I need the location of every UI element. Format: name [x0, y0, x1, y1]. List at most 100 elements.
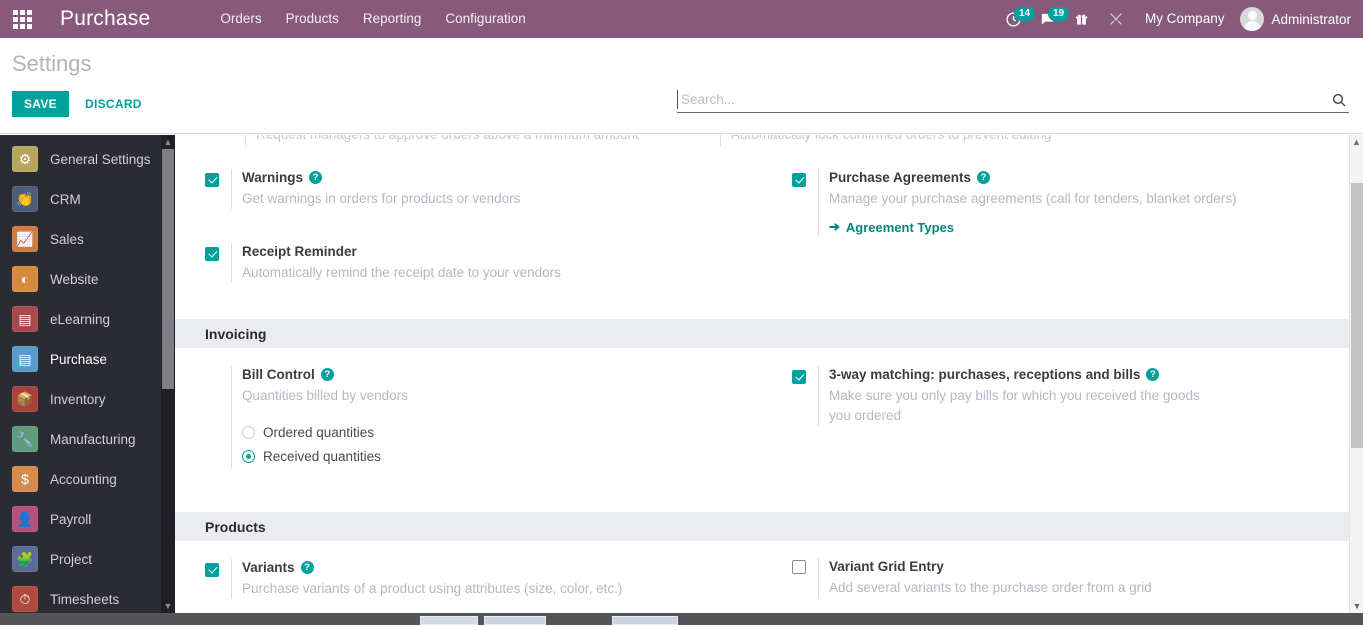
- radio-ordered-quantities[interactable]: Ordered quantities: [242, 420, 408, 444]
- help-icon[interactable]: ?: [300, 561, 314, 574]
- bill-control-radio-group: Ordered quantities Received quantities: [242, 420, 408, 468]
- sidebar-scroll-thumb[interactable]: [162, 149, 174, 389]
- radio-received-quantities-input[interactable]: [242, 449, 255, 463]
- invoicing-rows: Bill Control ? Quantities billed by vend…: [175, 348, 1349, 468]
- sidebar-item-accounting[interactable]: $ Accounting: [0, 459, 175, 499]
- setting-three-way-matching: 3-way matching: purchases, receptions an…: [762, 366, 1349, 426]
- settings-content: Request managers to approve orders above…: [175, 135, 1349, 613]
- warnings-checkbox-wrap: [205, 169, 231, 189]
- content-scrollbar[interactable]: ▲ ▼: [1349, 135, 1363, 613]
- sidebar-item-crm[interactable]: 👏 CRM: [0, 179, 175, 219]
- searchview: [677, 90, 1349, 113]
- gear-icon: ⚙: [12, 146, 38, 172]
- sidebar-item-project[interactable]: 🧩 Project: [0, 539, 175, 579]
- graduation-icon: ▤: [12, 306, 38, 332]
- help-icon[interactable]: ?: [977, 171, 991, 184]
- clock-activity-icon[interactable]: 14: [997, 0, 1036, 38]
- setting-purchase-agreements: Purchase Agreements ? Manage your purcha…: [762, 169, 1349, 236]
- menu-item-products[interactable]: Products: [274, 0, 351, 38]
- agreement-types-link[interactable]: ➔ Agreement Types: [829, 219, 954, 235]
- sidebar-item-label: Sales: [50, 231, 84, 247]
- variants-checkbox[interactable]: [205, 563, 219, 577]
- three-way-matching-checkbox[interactable]: [792, 370, 806, 384]
- taskbar-button[interactable]: [612, 616, 678, 625]
- apps-grid-icon[interactable]: [0, 0, 44, 38]
- variant-grid-entry-label: Variant Grid Entry: [829, 559, 944, 574]
- menu-item-reporting[interactable]: Reporting: [351, 0, 434, 38]
- user-menu[interactable]: Administrator: [1236, 7, 1351, 31]
- purchase-agreements-checkbox[interactable]: [792, 173, 806, 187]
- sidebar-item-purchase[interactable]: ▤ Purchase: [0, 339, 175, 379]
- three-way-matching-description: Make sure you only pay bills for which y…: [829, 388, 1200, 423]
- taskbar-button[interactable]: [420, 616, 478, 625]
- variant-grid-entry-checkbox[interactable]: [792, 560, 806, 574]
- arrow-right-icon: ➔: [829, 219, 840, 234]
- sidebar-item-website[interactable]: ◐ Website: [0, 259, 175, 299]
- app-brand-title[interactable]: Purchase: [60, 7, 150, 31]
- help-icon[interactable]: ?: [309, 171, 323, 184]
- gift-icon[interactable]: [1065, 0, 1099, 38]
- purchase-agreements-label: Purchase Agreements: [829, 170, 972, 185]
- sidebar-item-payroll[interactable]: 👤 Payroll: [0, 499, 175, 539]
- setting-warnings: Warnings ? Get warnings in orders for pr…: [175, 169, 762, 209]
- save-button[interactable]: SAVE: [12, 91, 69, 117]
- main-menu: Orders Products Reporting Configuration: [208, 0, 537, 38]
- avatar: [1240, 7, 1265, 31]
- page-title: Settings: [12, 51, 92, 76]
- radio-ordered-quantities-input[interactable]: [242, 425, 255, 439]
- sidebar-item-elearning[interactable]: ▤ eLearning: [0, 299, 175, 339]
- sidebar-item-timesheets[interactable]: ⏱ Timesheets: [0, 579, 175, 613]
- setting-bill-control: Bill Control ? Quantities billed by vend…: [175, 366, 762, 468]
- company-switcher[interactable]: My Company: [1133, 0, 1237, 38]
- sidebar-item-label: CRM: [50, 191, 81, 207]
- top-navbar: Purchase Orders Products Reporting Confi…: [0, 0, 1363, 38]
- sidebar-item-label: Accounting: [50, 471, 117, 487]
- box-icon: 📦: [12, 386, 38, 412]
- search-input[interactable]: [677, 90, 1331, 109]
- taskbar-button[interactable]: [484, 616, 546, 625]
- clipped-text-right: Automatically lock confirmed orders to p…: [720, 135, 1051, 147]
- help-icon[interactable]: ?: [320, 368, 334, 381]
- clipped-text-left: Request managers to approve orders above…: [245, 135, 639, 147]
- content-scroll-thumb[interactable]: [1351, 183, 1363, 448]
- variants-description: Purchase variants of a product using att…: [242, 581, 623, 596]
- sidebar-scrollbar[interactable]: ▲ ▼: [161, 135, 175, 613]
- menu-item-orders[interactable]: Orders: [208, 0, 273, 38]
- sidebar-item-sales[interactable]: 📈 Sales: [0, 219, 175, 259]
- section-title-invoicing: Invoicing: [205, 325, 267, 342]
- sidebar-scroll-down-arrow[interactable]: ▼: [161, 599, 175, 613]
- sidebar-item-label: General Settings: [50, 151, 151, 167]
- sidebar-item-label: Manufacturing: [50, 431, 136, 447]
- help-icon[interactable]: ?: [1146, 368, 1160, 381]
- stopwatch-icon: ⏱: [12, 586, 38, 612]
- search-icon[interactable]: [1331, 92, 1349, 108]
- discard-button[interactable]: DISCARD: [77, 91, 150, 117]
- sidebar-item-inventory[interactable]: 📦 Inventory: [0, 379, 175, 419]
- setting-variant-grid-entry: Variant Grid Entry Add several variants …: [762, 558, 1349, 598]
- radio-received-quantities[interactable]: Received quantities: [242, 444, 408, 468]
- receipt-reminder-checkbox-wrap: [205, 243, 231, 263]
- setting-receipt-reminder: Receipt Reminder Automatically remind th…: [175, 243, 762, 283]
- user-name-label: Administrator: [1271, 11, 1351, 27]
- sidebar-item-label: Payroll: [50, 511, 92, 527]
- sidebar-item-manufacturing[interactable]: 🔧 Manufacturing: [0, 419, 175, 459]
- handshake-icon: 👏: [12, 186, 38, 212]
- globe-icon: ◐: [12, 266, 38, 292]
- content-scroll-up-arrow[interactable]: ▲: [1350, 135, 1363, 149]
- sidebar-item-general-settings[interactable]: ⚙ General Settings: [0, 139, 175, 179]
- tools-wrench-icon[interactable]: [1099, 0, 1133, 38]
- chat-bubble-icon[interactable]: 19: [1031, 0, 1070, 38]
- sidebar-scroll-up-arrow[interactable]: ▲: [161, 135, 175, 149]
- purchase-agreements-description: Manage your purchase agreements (call fo…: [829, 191, 1237, 206]
- setting-variants: Variants ? Purchase variants of a produc…: [175, 559, 762, 599]
- orders-row-1: Warnings ? Get warnings in orders for pr…: [175, 147, 1349, 283]
- content-scroll-down-arrow[interactable]: ▼: [1350, 599, 1363, 613]
- products-rows: Variants ? Purchase variants of a produc…: [175, 541, 1349, 599]
- warnings-label: Warnings: [242, 170, 304, 185]
- receipt-reminder-checkbox[interactable]: [205, 247, 219, 261]
- agreement-types-link-label: Agreement Types: [845, 219, 955, 235]
- three-way-matching-checkbox-wrap: [792, 366, 818, 386]
- section-header-products: Products: [175, 512, 1349, 541]
- warnings-checkbox[interactable]: [205, 173, 219, 187]
- menu-item-configuration[interactable]: Configuration: [433, 0, 537, 38]
